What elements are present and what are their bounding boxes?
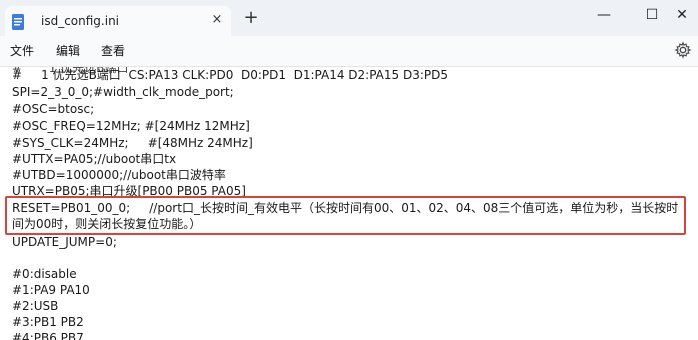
highlight-annotation-box	[5, 196, 686, 235]
editor-line: #0:disable	[12, 267, 77, 281]
editor-line: # 1 优先选B端口 CS:PA13 CLK:PD0 D0:PD1 D1:PA1…	[12, 68, 449, 82]
editor-line: #SYS_CLK=24MHz; #[48MHz 24MHz]	[12, 136, 253, 150]
editor-line: #4:PB6 PB7	[12, 331, 84, 340]
editor-line: SPI=2_3_0_0;#width_clk_mode_port;	[12, 85, 234, 99]
title-bar: isd_config.ini × + — ☐ ✕	[0, 0, 698, 36]
new-tab-icon[interactable]: +	[240, 8, 262, 30]
editor-line: #3:PB1 PB2	[12, 315, 84, 329]
editor-line: UPDATE_JUMP=0;	[12, 235, 117, 249]
editor-line: #UTBD=1000000;//uboot串口波特率	[12, 168, 226, 182]
minimize-icon[interactable]: —	[590, 5, 618, 25]
text-editor[interactable]: # 1 优先选B端口 # 1 优先选B端口 CS:PA13 CLK:PD0 D0…	[0, 67, 698, 340]
maximize-icon[interactable]: ☐	[638, 5, 666, 25]
gear-icon[interactable]	[674, 41, 692, 59]
editor-line: #OSC_FREQ=12MHz; #[24MHz 12MHz]	[12, 119, 250, 133]
close-tab-icon[interactable]: ×	[208, 11, 226, 29]
editor-line: #1:PA9 PA10	[12, 283, 90, 297]
menu-view[interactable]: 查看	[101, 42, 125, 59]
tab-isd-config[interactable]: isd_config.ini ×	[5, 6, 231, 36]
menu-bar: 文件 编辑 查看	[0, 36, 698, 67]
editor-line: #2:USB	[12, 299, 59, 313]
tab-title: isd_config.ini	[41, 14, 120, 28]
close-window-icon[interactable]: ✕	[668, 5, 696, 25]
editor-line: #OSC=btosc;	[12, 102, 95, 116]
notepad-file-icon	[12, 14, 24, 30]
menu-edit[interactable]: 编辑	[56, 42, 80, 59]
menu-file[interactable]: 文件	[10, 42, 34, 59]
editor-line: #UTTX=PA05;//uboot串口tx	[12, 152, 177, 166]
